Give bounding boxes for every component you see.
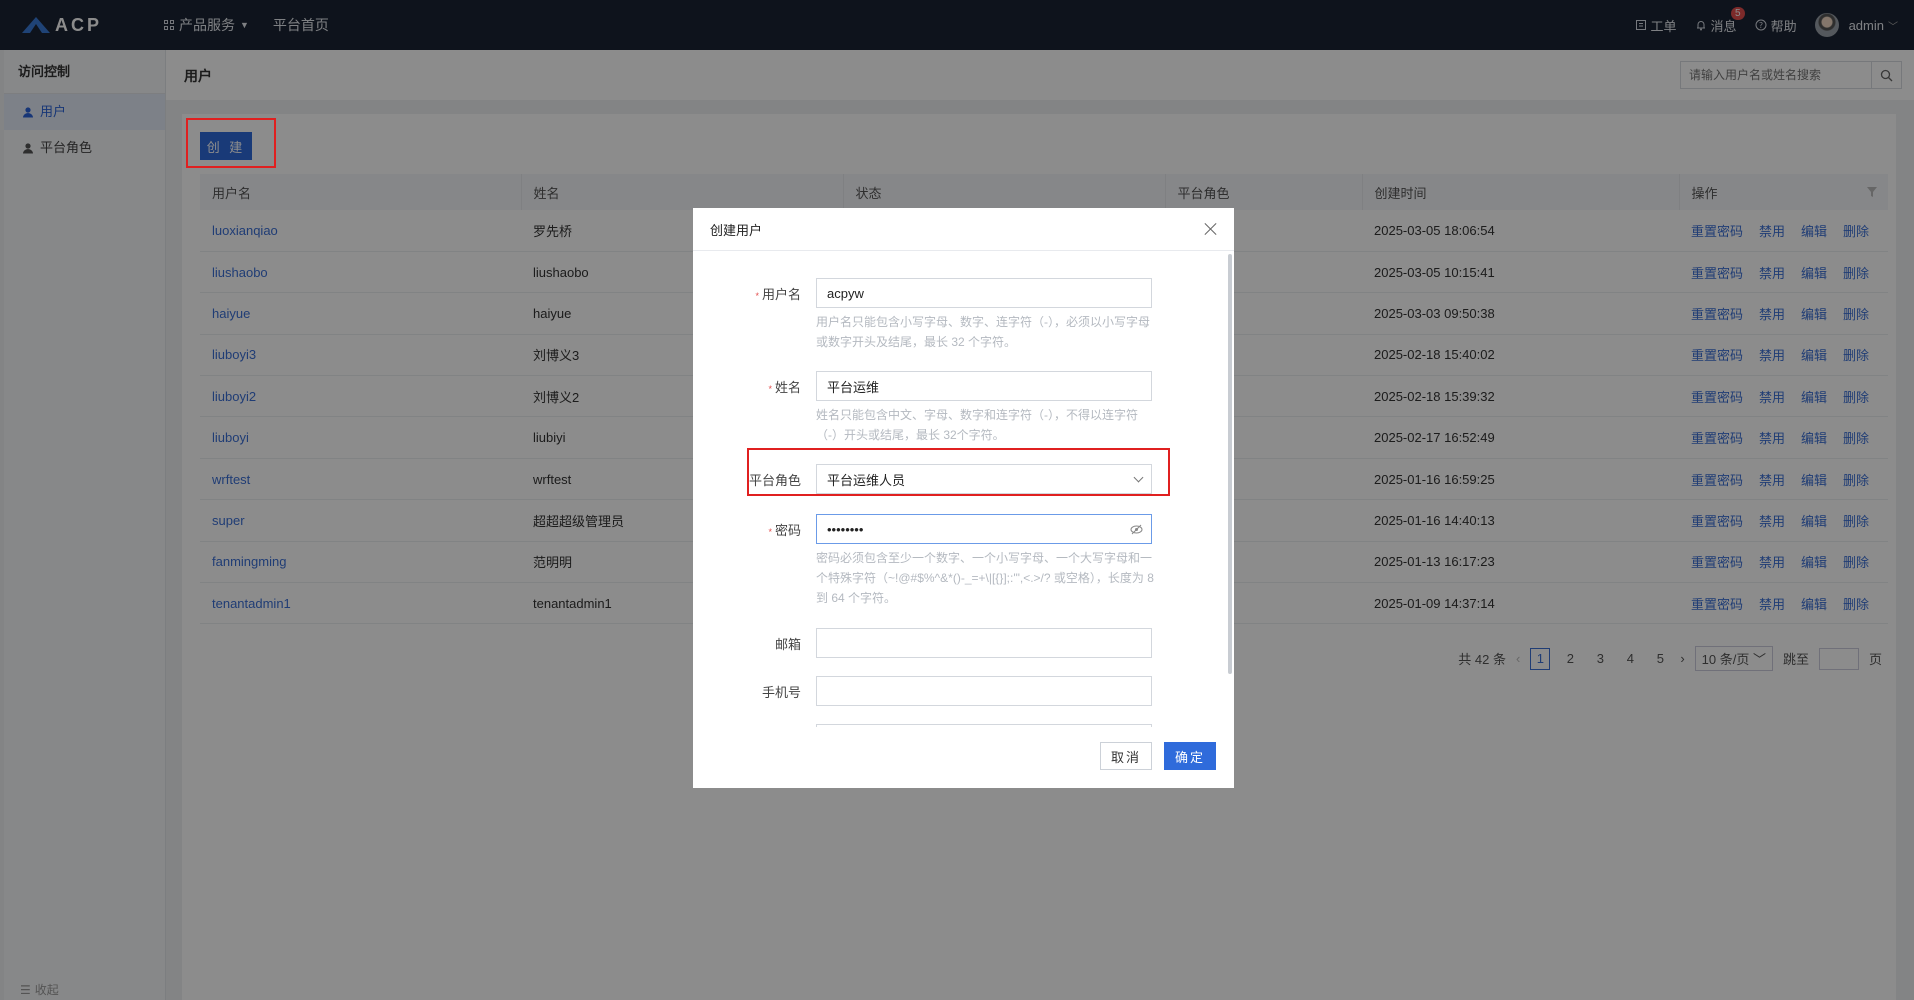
phone-input[interactable] [816, 676, 1152, 706]
fullname-input[interactable] [816, 371, 1152, 401]
phone-label: 手机号 [761, 685, 801, 700]
password-input[interactable]: •••••••• [816, 514, 1152, 544]
email-input[interactable] [816, 628, 1152, 658]
cancel-button[interactable]: 取消 [1100, 742, 1152, 770]
dialog-title: 创建用户 [693, 208, 1234, 251]
fullname-label: * 姓名 [768, 380, 801, 395]
password-hint: 密码必须包含至少一个数字、一个小写字母、一个大写字母和一个特殊字符（~!@#$%… [816, 551, 1154, 605]
confirm-button[interactable]: 确定 [1164, 742, 1216, 770]
fullname-hint: 姓名只能包含中文、字母、数字和连字符（-），不得以连字符（-）开头或结尾，最长 … [816, 408, 1138, 442]
create-user-dialog: 创建用户 *用户名 用户名只能包含小写字母、数字、连字符（-），必须以小写字母或… [693, 208, 1234, 788]
dialog-footer: 取消 确定 [1100, 742, 1216, 770]
email-label: 邮箱 [774, 637, 801, 652]
username-hint: 用户名只能包含小写字母、数字、连字符（-），必须以小写字母或数字开头及结尾，最长… [816, 315, 1150, 349]
password-value: •••••••• [827, 521, 864, 537]
dialog-body: *用户名 用户名只能包含小写字母、数字、连字符（-），必须以小写字母或数字开头及… [693, 251, 1234, 727]
dialog-scrollbar[interactable] [1228, 254, 1232, 674]
close-icon[interactable] [1202, 220, 1220, 238]
role-label: 平台角色 [748, 473, 801, 488]
role-select-value: 平台运维人员 [827, 472, 906, 488]
chevron-down-icon [1133, 472, 1144, 483]
description-input[interactable] [816, 724, 1152, 727]
role-select[interactable]: 平台运维人员 [816, 464, 1152, 494]
eye-off-icon[interactable] [1130, 523, 1143, 536]
username-input[interactable] [816, 278, 1152, 308]
username-label: * 用户名 [755, 287, 801, 302]
password-label: * 密码 [768, 523, 801, 538]
